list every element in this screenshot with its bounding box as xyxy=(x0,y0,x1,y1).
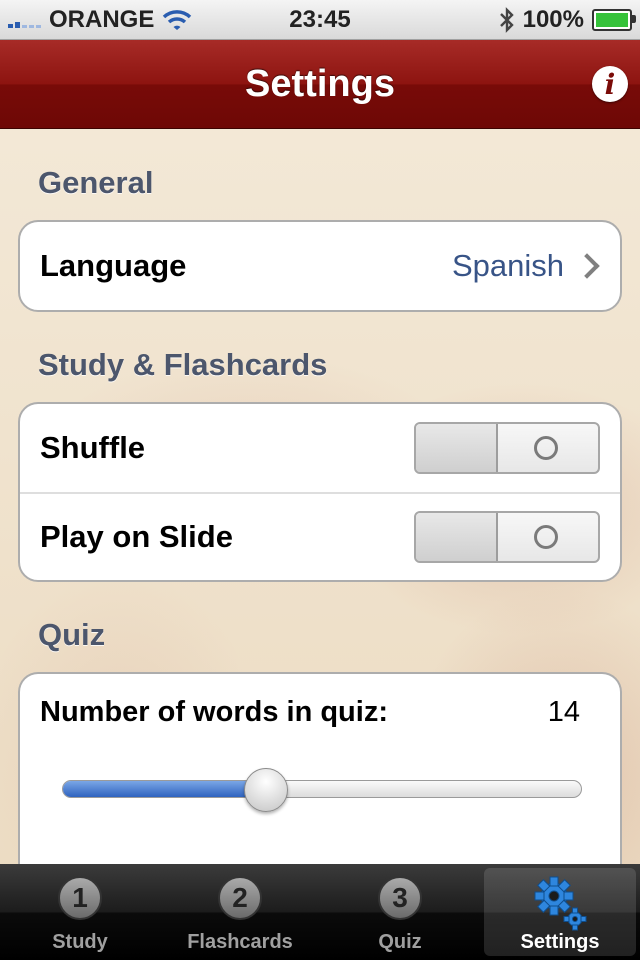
info-button[interactable]: i xyxy=(592,66,628,102)
shuffle-toggle[interactable] xyxy=(414,422,600,474)
play-on-slide-label: Play on Slide xyxy=(40,519,233,554)
quiz-words-slider[interactable] xyxy=(62,768,582,812)
navigation-bar: Settings i xyxy=(0,40,640,129)
status-bar: ORANGE 23:45 100% xyxy=(0,0,640,40)
language-value: Spanish xyxy=(451,248,564,283)
quiz-words-label: Number of words in quiz: xyxy=(40,696,388,728)
group-general: Language Spanish xyxy=(18,220,622,312)
badge-1-icon: 1 xyxy=(58,876,102,920)
quiz-words-row: Number of words in quiz: 14 xyxy=(20,674,620,860)
section-title-general: General xyxy=(38,165,154,200)
tab-label: Settings xyxy=(520,931,600,953)
tab-label: Study xyxy=(52,931,108,953)
battery-percent: 100% xyxy=(522,5,584,33)
page-title: Settings xyxy=(245,62,395,105)
tab-label: Quiz xyxy=(378,931,422,953)
switch-knob xyxy=(416,424,498,472)
group-study: Shuffle Play on Slide xyxy=(18,402,622,582)
carrier-name: ORANGE xyxy=(49,5,155,33)
chevron-right-icon xyxy=(574,253,600,279)
section-title-quiz: Quiz xyxy=(38,617,106,652)
wifi-icon xyxy=(163,9,192,30)
tab-settings[interactable]: Settings xyxy=(484,868,636,956)
tab-study[interactable]: 1 Study xyxy=(0,864,160,960)
bluetooth-icon xyxy=(499,6,514,33)
shuffle-label: Shuffle xyxy=(40,430,146,465)
language-row[interactable]: Language Spanish xyxy=(20,222,620,310)
info-icon: i xyxy=(604,67,616,101)
play-on-slide-row: Play on Slide xyxy=(20,492,620,580)
off-circle-icon xyxy=(534,436,558,460)
section-title-study: Study & Flashcards xyxy=(38,347,328,382)
quiz-words-count: 14 xyxy=(547,696,580,728)
slider-fill xyxy=(63,781,266,797)
group-quiz: Number of words in quiz: 14 xyxy=(18,672,622,864)
tab-bar: 1 Study 2 Flashcards 3 Quiz Settings xyxy=(0,864,640,960)
tab-quiz[interactable]: 3 Quiz xyxy=(320,864,480,960)
battery-icon xyxy=(592,8,636,31)
slider-thumb[interactable] xyxy=(244,768,289,812)
badge-3-icon: 3 xyxy=(378,876,422,920)
signal-strength-icon xyxy=(8,12,41,28)
settings-content[interactable]: General Language Spanish Study & Flashca… xyxy=(0,129,640,864)
gear-icon xyxy=(530,872,590,932)
language-label: Language xyxy=(40,248,187,283)
off-circle-icon xyxy=(534,525,558,549)
tab-flashcards[interactable]: 2 Flashcards xyxy=(160,864,320,960)
play-on-slide-toggle[interactable] xyxy=(414,511,600,563)
tab-label: Flashcards xyxy=(187,931,293,953)
shuffle-row: Shuffle xyxy=(20,404,620,492)
switch-knob xyxy=(416,513,498,561)
badge-2-icon: 2 xyxy=(218,876,262,920)
